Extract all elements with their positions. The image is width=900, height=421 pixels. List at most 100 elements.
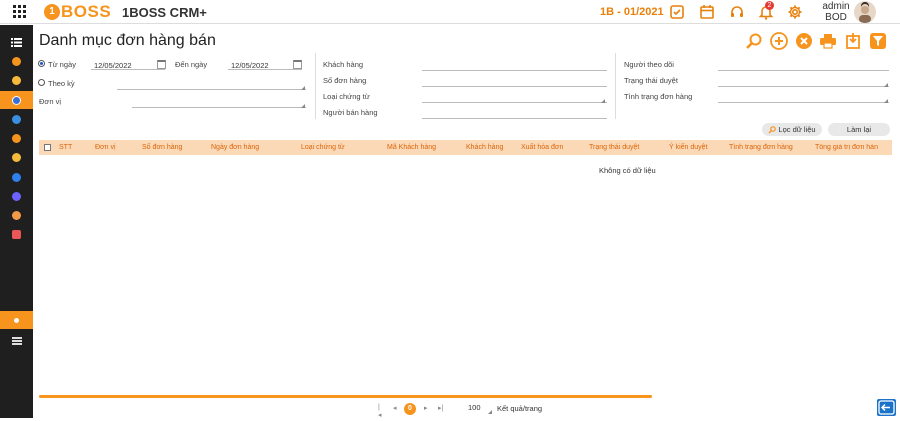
horizontal-scrollbar[interactable] (39, 395, 652, 398)
dropdown-arrow-icon (884, 99, 888, 103)
sidebar-item-5[interactable] (0, 129, 33, 147)
filter-settings-icon[interactable] (869, 32, 887, 50)
print-icon[interactable] (819, 32, 837, 50)
sidebar-item-1[interactable] (0, 52, 33, 70)
sidebar-item-4[interactable] (0, 110, 33, 128)
dropdown-arrow-icon (601, 99, 605, 103)
from-date-radio[interactable] (38, 60, 45, 67)
brand-logo[interactable]: 1 BOSS (44, 2, 111, 22)
delete-icon[interactable] (795, 32, 813, 50)
column-divider (315, 53, 316, 119)
order-status-select[interactable] (718, 94, 889, 103)
prev-page-icon[interactable]: ◂ (393, 404, 397, 412)
col-header[interactable]: Mã Khách hàng (387, 144, 436, 151)
sales-icon (12, 56, 21, 66)
sidebar-item-10[interactable] (0, 225, 33, 243)
avatar[interactable] (854, 1, 876, 23)
sidebar-item-7[interactable] (0, 168, 33, 186)
doc-type-label: Loại chứng từ (323, 92, 370, 101)
sidebar-item-6[interactable] (0, 148, 33, 166)
doc-type-select[interactable] (422, 94, 607, 103)
approval-status-label: Trạng thái duyệt (624, 76, 678, 85)
first-page-icon[interactable]: |◂ (378, 404, 382, 419)
calendar-icon[interactable] (699, 4, 715, 20)
select-all-checkbox[interactable] (44, 144, 51, 151)
empty-state: Không có dữ liệu (33, 166, 886, 175)
filter-data-label: Lọc dữ liệu (778, 125, 816, 134)
dropdown-arrow-icon (301, 86, 305, 90)
facebook-icon (12, 172, 21, 182)
exit-button[interactable] (877, 399, 896, 416)
add-icon[interactable] (770, 32, 788, 50)
sidebar-item-orders[interactable] (0, 91, 33, 109)
from-date-label: Từ ngày (48, 60, 76, 69)
unit-select[interactable] (132, 99, 306, 108)
period-select[interactable] (117, 81, 306, 90)
report-icon (12, 152, 21, 162)
by-period-radio[interactable] (38, 79, 45, 86)
follower-input[interactable] (718, 62, 889, 71)
table-list-icon (11, 337, 22, 345)
page-size-select[interactable]: 100 (468, 403, 481, 412)
order-no-input[interactable] (422, 78, 607, 87)
customer-icon (12, 75, 21, 85)
salesperson-input[interactable] (422, 110, 607, 119)
order-status-label: Tình trạng đơn hàng (624, 92, 693, 101)
sidebar-menu-toggle[interactable] (0, 33, 33, 51)
col-header[interactable]: Loại chứng từ (301, 144, 345, 151)
filter-data-button[interactable]: Lọc dữ liệu (762, 123, 822, 136)
to-date-label: Đến ngày (175, 60, 208, 69)
calendar-icon (12, 229, 21, 239)
col-header[interactable]: Đơn vị (95, 144, 116, 151)
last-page-icon[interactable]: ▸| (438, 404, 443, 412)
from-date-underline (91, 61, 165, 70)
sidebar-item-8[interactable] (0, 187, 33, 205)
exit-icon (878, 400, 895, 415)
col-header[interactable]: Xuất hóa đơn (521, 144, 563, 151)
main-content: Danh mục đơn hàng bán Từ ngày 12/05/2022… (33, 25, 900, 419)
sidebar-settings[interactable] (0, 311, 33, 329)
app-grid-icon[interactable] (13, 5, 27, 19)
empty-text: Không có dữ liệu (599, 166, 656, 175)
tools-icon (12, 191, 21, 201)
sidebar-item-9[interactable] (0, 206, 33, 224)
calendar-icon[interactable] (157, 60, 166, 69)
search-icon[interactable] (745, 32, 763, 50)
follower-label: Người theo dõi (624, 60, 674, 69)
approval-status-select[interactable] (718, 78, 889, 87)
table-header: STT Đơn vị Số đơn hàng Ngày đơn hàng Loạ… (39, 140, 892, 155)
search-icon (768, 125, 777, 133)
col-header[interactable]: Khách hàng (466, 144, 503, 151)
export-icon[interactable] (844, 32, 862, 50)
col-header[interactable]: Ý kiến duyệt (669, 144, 708, 151)
marketing-icon (12, 133, 21, 143)
notification-badge: 2 (765, 1, 774, 10)
task-check-icon[interactable] (669, 4, 685, 20)
gear-icon[interactable] (787, 4, 803, 20)
col-header[interactable]: Ngày đơn hàng (211, 144, 259, 151)
col-header[interactable]: Tình trạng đơn hàng (729, 144, 793, 151)
headset-icon[interactable] (729, 4, 745, 20)
user-info[interactable]: admin BOD (820, 1, 852, 23)
gear-icon (12, 315, 21, 325)
orders-icon (12, 95, 21, 105)
period-selector[interactable]: 1B - 01/2021 (600, 6, 664, 18)
current-page[interactable]: 0 (404, 403, 416, 415)
col-header[interactable]: Tổng giá trị đơn hàn (815, 144, 892, 151)
reset-button[interactable]: Làm lại (828, 123, 890, 136)
col-header[interactable]: Trạng thái duyệt (589, 144, 639, 151)
user-name: admin (822, 1, 850, 12)
calendar-icon[interactable] (293, 60, 302, 69)
sidebar (0, 25, 33, 418)
col-header[interactable]: Số đơn hàng (142, 144, 182, 151)
customer-label: Khách hàng (323, 60, 364, 69)
sidebar-item-list[interactable] (0, 332, 33, 350)
salesperson-label: Người bán hàng (323, 108, 378, 117)
sidebar-item-2[interactable] (0, 71, 33, 89)
page-size-label: Kết quả/trang (497, 404, 543, 413)
column-divider (615, 53, 616, 119)
customer-input[interactable] (422, 62, 607, 71)
next-page-icon[interactable]: ▸ (424, 404, 428, 412)
col-header[interactable]: STT (59, 144, 72, 151)
unit-label: Đơn vị (39, 97, 62, 106)
